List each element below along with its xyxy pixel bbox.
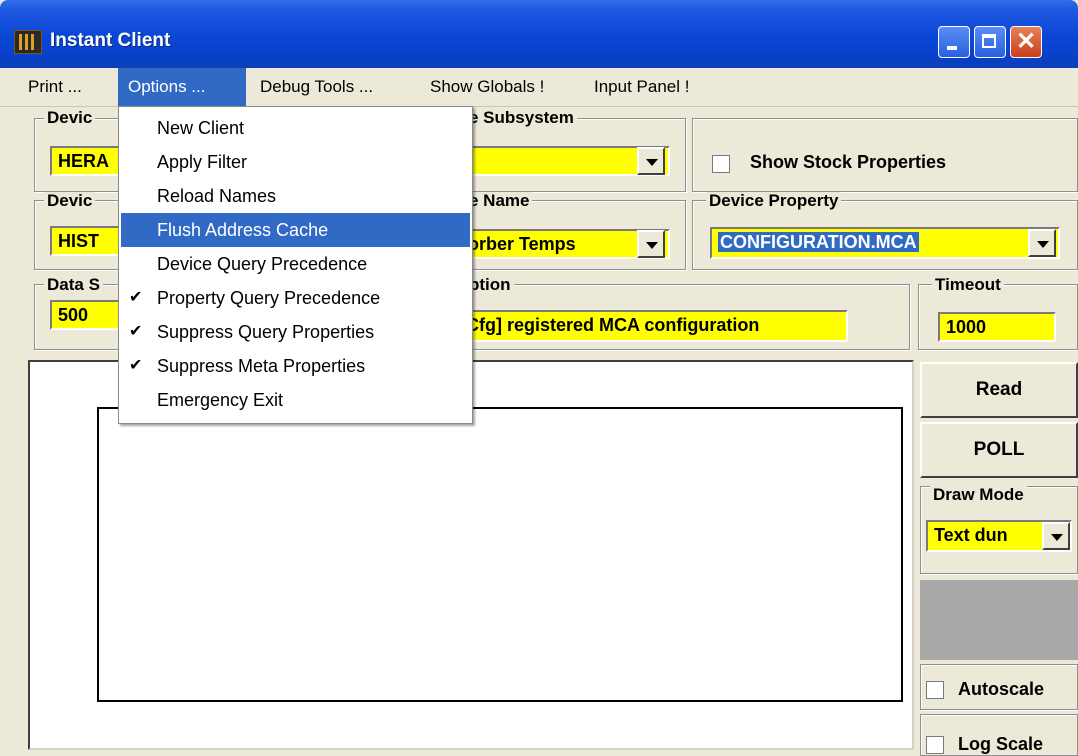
menu-options[interactable]: Options ... [118,68,246,106]
side-spacer [920,580,1078,660]
poll-button[interactable]: POLL [920,422,1078,478]
app-icon [14,30,42,54]
plot-area [97,407,903,702]
menu-item-label: Device Query Precedence [157,254,368,274]
property-field[interactable]: CONFIGURATION.MCA [710,227,1060,259]
close-icon: ✕ [1015,28,1037,55]
checkmark-icon: ✔ [129,357,143,374]
menu-item-emergency-exit[interactable]: Emergency Exit [121,383,470,417]
property-label: Device Property [706,192,842,210]
menu-item-flush-address-cache[interactable]: Flush Address Cache [121,213,470,247]
maximize-button[interactable] [974,26,1006,58]
close-button[interactable]: ✕ [1010,26,1042,58]
menu-item-label: Apply Filter [157,152,248,172]
checkmark-icon: ✔ [129,323,143,340]
device-label-2: Devic [44,192,96,210]
data-size-field[interactable]: 500 [50,300,120,330]
options-menu: New Client Apply Filter Reload Names Flu… [118,106,473,424]
menu-item-apply-filter[interactable]: Apply Filter [121,145,470,179]
menu-input-panel[interactable]: Input Panel ! [584,68,699,106]
menu-item-suppress-query-properties[interactable]: ✔ Suppress Query Properties [121,315,470,349]
property-value: CONFIGURATION.MCA [718,232,919,252]
name-label: e Name [466,192,533,210]
menu-item-new-client[interactable]: New Client [121,111,470,145]
draw-mode-dropdown-button[interactable] [1042,522,1070,550]
minimize-button[interactable] [938,26,970,58]
menu-item-reload-names[interactable]: Reload Names [121,179,470,213]
show-stock-label: Show Stock Properties [750,152,947,172]
title-bar[interactable]: Instant Client ✕ [0,0,1078,68]
menu-bar: Print ... Options ... Debug Tools ... Sh… [0,68,1078,107]
menu-item-label: Suppress Meta Properties [157,356,366,376]
show-stock-checkbox[interactable] [712,155,730,173]
menu-debug-tools[interactable]: Debug Tools ... [250,68,383,106]
menu-item-property-query-precedence[interactable]: ✔ Property Query Precedence [121,281,470,315]
autoscale-checkbox[interactable] [926,681,944,699]
description-field: Cfg] registered MCA configuration [458,310,848,342]
draw-mode-label: Draw Mode [930,486,1027,504]
timeout-field[interactable]: 1000 [938,312,1056,342]
device-label: Devic [44,109,96,127]
menu-item-suppress-meta-properties[interactable]: ✔ Suppress Meta Properties [121,349,470,383]
menu-item-label: Suppress Query Properties [157,322,375,342]
menu-item-device-query-precedence[interactable]: Device Query Precedence [121,247,470,281]
window-title: Instant Client [50,30,171,51]
read-button[interactable]: Read [920,362,1078,418]
menu-item-label: Property Query Precedence [157,288,381,308]
autoscale-label: Autoscale [958,679,1045,699]
checkmark-icon: ✔ [129,289,143,306]
data-size-label: Data S [44,276,103,294]
menu-item-label: New Client [157,118,245,138]
menu-item-label: Flush Address Cache [157,220,329,240]
log-scale-checkbox[interactable] [926,736,944,754]
property-dropdown-button[interactable] [1028,229,1056,257]
menu-item-label: Reload Names [157,186,277,206]
description-label: ption [466,276,514,294]
name-dropdown-button[interactable] [637,230,665,258]
log-scale-label: Log Scale [958,734,1044,754]
menu-print[interactable]: Print ... [18,68,92,106]
timeout-label: Timeout [932,276,1004,294]
menu-show-globals[interactable]: Show Globals ! [420,68,554,106]
subsystem-label: e Subsystem [466,109,577,127]
subsystem-dropdown-button[interactable] [637,147,665,175]
app-window: Instant Client ✕ Print ... Options ... D… [0,0,1078,756]
menu-item-label: Emergency Exit [157,390,284,410]
